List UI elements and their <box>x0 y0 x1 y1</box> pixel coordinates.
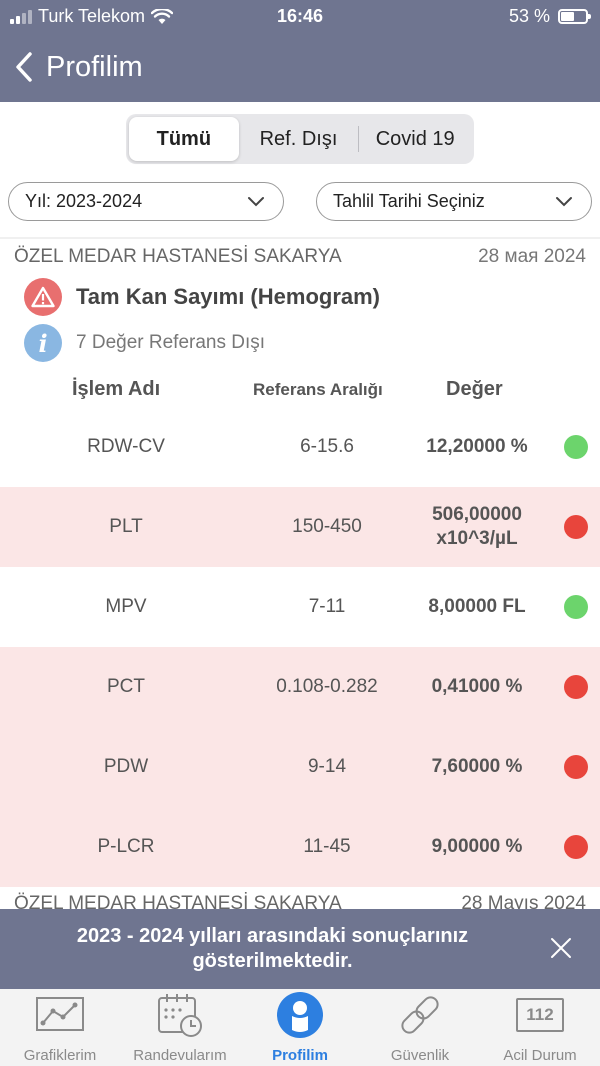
segment-ref-disi[interactable]: Ref. Dışı <box>239 117 359 161</box>
tab-label: Güvenlik <box>390 1047 450 1064</box>
status-dot-out <box>564 675 588 699</box>
row-value: 7,60000 % <box>400 727 554 807</box>
row-value-text: 9,00000 % <box>431 836 523 857</box>
status-dot-out <box>564 755 588 779</box>
section-divider <box>0 237 600 239</box>
table-row[interactable]: RDW-CV 6-15.6 12,20000 % <box>0 407 600 487</box>
status-bar: Turk Telekom 16:46 53 % <box>0 0 600 34</box>
row-value: 9,00000 % <box>400 807 554 887</box>
link-icon <box>401 996 439 1034</box>
toast-message: 2023 - 2024 yılları arasındaki sonuçları… <box>76 925 469 972</box>
row-value: 0,41000 % <box>400 647 554 727</box>
filter-segmented-control: Tümü Ref. Dışı Covid 19 <box>126 114 474 164</box>
row-name: PCT <box>107 676 145 697</box>
info-icon: i <box>24 324 62 362</box>
next-hospital-name: ÖZEL MEDAR HASTANESİ SAKARYA <box>14 893 342 909</box>
row-ref: 0.108-0.282 <box>276 676 378 697</box>
chevron-down-icon <box>248 197 264 207</box>
test-name: Tam Kan Sayımı (Hemogram) <box>76 284 381 309</box>
row-value: 506,00000 x10^3/µL <box>400 487 554 567</box>
row-value-unit: x10^3/µL <box>436 528 518 549</box>
year-select-value: Yıl: 2023-2024 <box>25 191 143 211</box>
header: Turk Telekom 16:46 53 % Profilim <box>0 0 600 102</box>
status-dot-normal <box>564 595 588 619</box>
row-name: PLT <box>109 516 143 537</box>
calendar-icon <box>158 994 202 1037</box>
table-row[interactable]: PLT 150-450 506,00000 x10^3/µL <box>0 487 600 567</box>
table-row[interactable]: MPV 7-11 8,00000 FL <box>0 567 600 647</box>
row-ref: 7-11 <box>308 596 346 617</box>
toast-close-button[interactable] <box>550 937 572 964</box>
col-header-name: İşlem Adı <box>72 378 161 400</box>
row-name: PDW <box>103 756 149 777</box>
status-dot-out <box>564 515 588 539</box>
status-dot-out <box>564 835 588 859</box>
tab-guvenlik[interactable]: Güvenlik <box>360 989 480 1066</box>
row-value: 12,20000 % <box>400 407 554 487</box>
hospital-name: ÖZEL MEDAR HASTANESİ SAKARYA <box>14 246 342 267</box>
row-name: RDW-CV <box>87 436 165 457</box>
segment-tumu[interactable]: Tümü <box>129 117 239 161</box>
chevron-left-icon <box>16 52 32 82</box>
nav-bar: Profilim <box>0 40 600 94</box>
tab-label: Randevularım <box>133 1047 227 1064</box>
battery-percent: 53 % <box>508 6 550 26</box>
row-ref: 6-15.6 <box>300 436 354 457</box>
row-value-text: 8,00000 FL <box>428 596 526 617</box>
out-of-range-count: 7 Değer Referans Dışı <box>76 332 266 353</box>
row-value-text: 0,41000 % <box>431 676 523 697</box>
table-row[interactable]: PCT 0.108-0.282 0,41000 % <box>0 647 600 727</box>
chevron-down-icon <box>556 197 572 207</box>
tab-label: Grafiklerim <box>23 1047 97 1064</box>
tab-grafiklerim[interactable]: Grafiklerim <box>0 989 120 1066</box>
row-ref: 150-450 <box>292 516 362 537</box>
row-ref: 11-45 <box>303 836 351 857</box>
results-table: RDW-CV 6-15.6 12,20000 % PLT 150-450 506… <box>0 407 600 887</box>
date-select[interactable]: Tahlil Tarihi Seçiniz <box>316 182 592 221</box>
row-name: MPV <box>105 596 147 617</box>
info-toast: 2023 - 2024 yılları arasındaki sonuçları… <box>0 909 600 989</box>
close-icon <box>551 938 571 958</box>
chart-icon <box>36 997 84 1031</box>
date-select-placeholder: Tahlil Tarihi Seçiniz <box>333 191 485 211</box>
col-header-value: Değer <box>446 378 503 400</box>
tab-profilim[interactable]: Profilim <box>240 989 360 1066</box>
back-button[interactable]: Profilim <box>0 50 143 84</box>
page-title: Profilim <box>46 50 143 83</box>
profile-icon <box>277 992 323 1038</box>
tab-acil-durum[interactable]: 112 Acil Durum <box>480 989 600 1066</box>
row-name: P-LCR <box>97 836 155 857</box>
emergency-112-icon: 112 <box>516 998 564 1032</box>
row-value-text: 506,00000 <box>432 504 522 525</box>
segment-covid-19[interactable]: Covid 19 <box>359 117 471 161</box>
row-value: 8,00000 FL <box>400 567 554 647</box>
col-header-ref: Referans Aralığı <box>253 380 383 399</box>
battery-icon <box>558 9 591 24</box>
row-ref: 9-14 <box>307 756 347 777</box>
next-result-date: 28 Mayıs 2024 <box>461 893 586 909</box>
tab-label: Profilim <box>272 1047 328 1064</box>
tab-bar: Grafiklerim Randevularım Profilim Güvenl… <box>0 989 600 1066</box>
tab-randevularim[interactable]: Randevularım <box>120 989 240 1066</box>
table-row[interactable]: P-LCR 11-45 9,00000 % <box>0 807 600 887</box>
result-date: 28 мая 2024 <box>478 246 586 267</box>
table-row[interactable]: PDW 9-14 7,60000 % <box>0 727 600 807</box>
out-of-range-info: i 7 Değer Referans Dışı <box>24 324 265 362</box>
warning-icon <box>24 278 62 316</box>
tab-label: Acil Durum <box>503 1047 577 1064</box>
row-value-text: 12,20000 % <box>426 436 528 457</box>
test-title-row[interactable]: Tam Kan Sayımı (Hemogram) <box>24 278 380 316</box>
next-result-header[interactable]: ÖZEL MEDAR HASTANESİ SAKARYA 28 Mayıs 20… <box>0 887 600 909</box>
year-select[interactable]: Yıl: 2023-2024 <box>8 182 284 221</box>
emergency-112-text: 112 <box>526 1005 554 1024</box>
status-dot-normal <box>564 435 588 459</box>
row-value-text: 7,60000 % <box>431 756 523 777</box>
